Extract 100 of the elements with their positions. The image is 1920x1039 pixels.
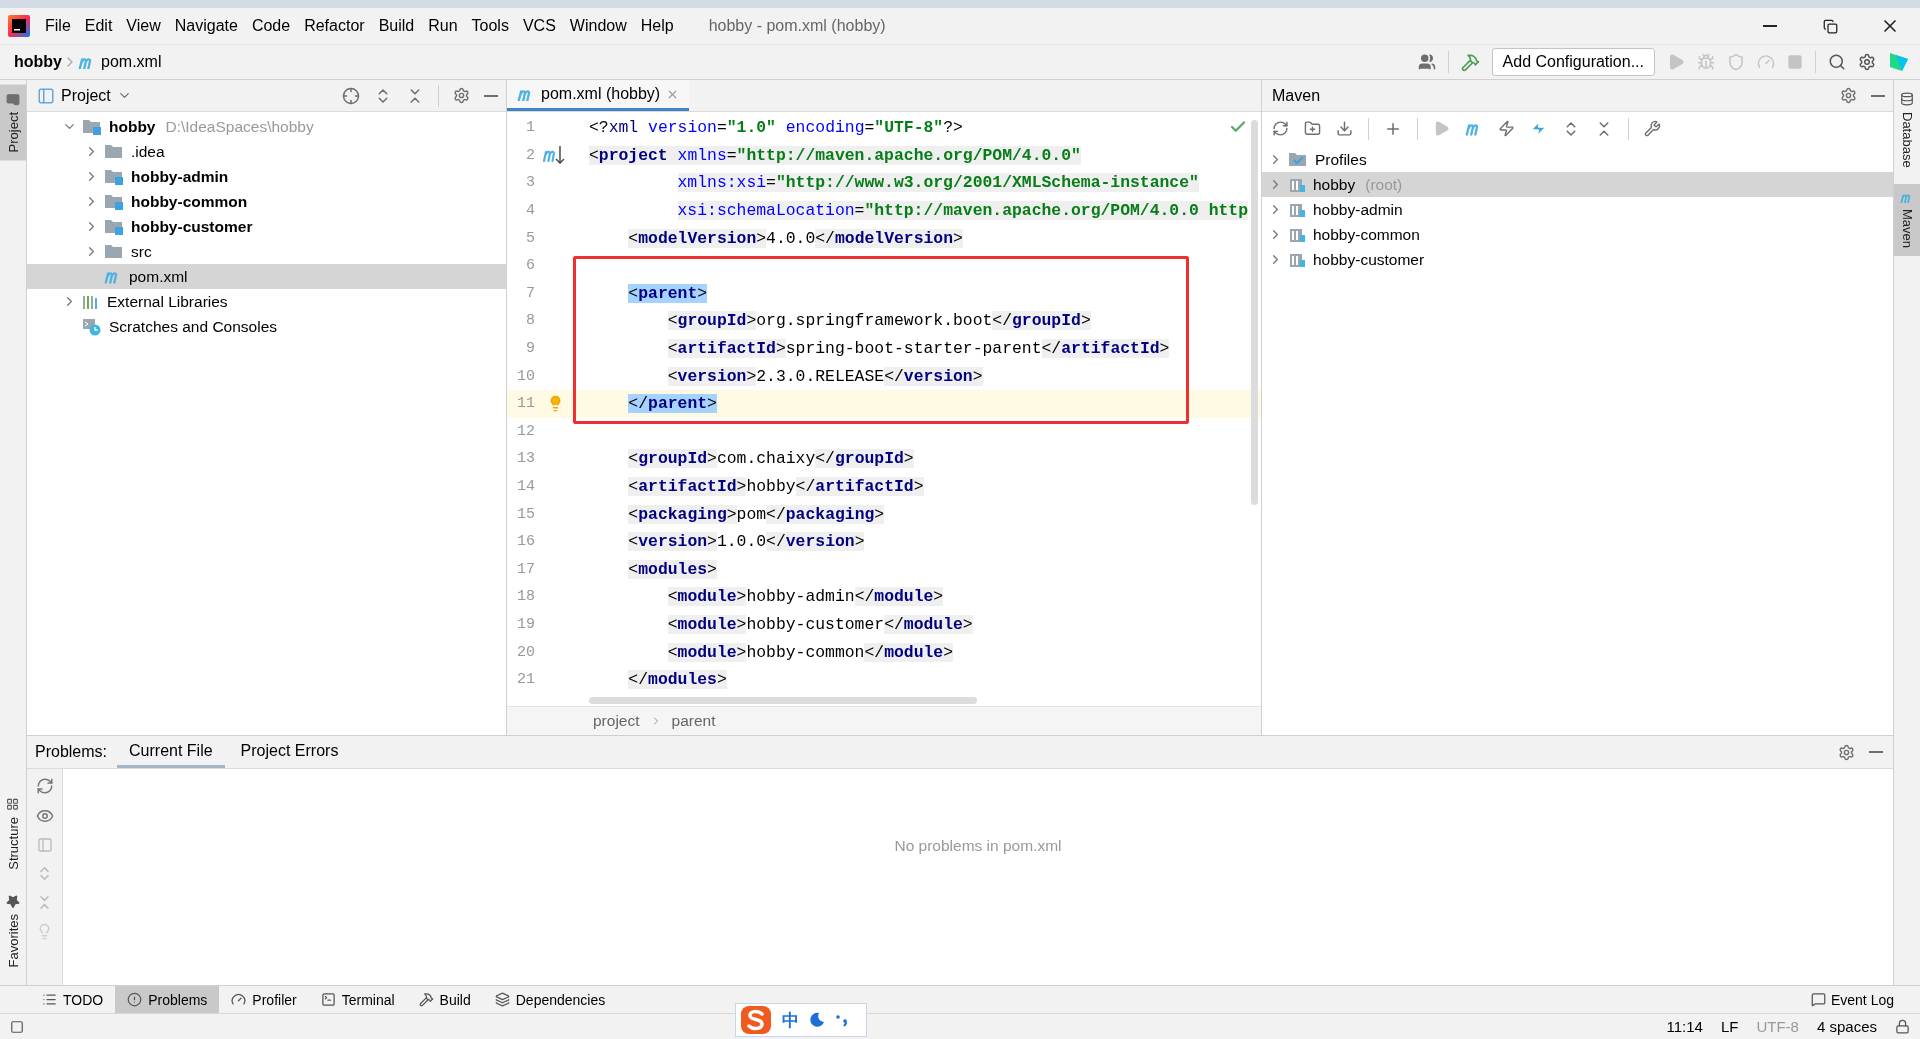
line-number: 13 xyxy=(516,450,535,468)
scratch-console-icon xyxy=(82,317,102,336)
tree-item[interactable]: pom.xml xyxy=(27,264,506,289)
maven-override-icon[interactable] xyxy=(543,144,567,167)
line-number: 17 xyxy=(516,560,535,578)
user-icon[interactable] xyxy=(1417,53,1436,71)
menu-item[interactable]: Help xyxy=(633,13,681,39)
code-line: <packaging>pom</packaging> xyxy=(627,504,885,524)
code-line: <modelVersion>4.0.0</modelVersion> xyxy=(627,228,963,248)
tool-window-button[interactable]: Database xyxy=(1894,84,1920,176)
indent-setting[interactable]: 4 spaces xyxy=(1816,1018,1877,1035)
module-folder-icon xyxy=(82,118,102,135)
add-configuration-button[interactable]: Add Configuration... xyxy=(1491,48,1655,76)
lightning-icon[interactable] xyxy=(1498,120,1515,137)
tree-item[interactable]: hobby-admin xyxy=(27,164,506,189)
menu-item[interactable]: Navigate xyxy=(167,13,245,39)
panel-title: Problems: xyxy=(35,743,108,761)
menu-item[interactable]: Refactor xyxy=(297,13,372,39)
code-line: </modules> xyxy=(627,670,727,690)
locate-icon[interactable] xyxy=(342,86,360,105)
cursor-position[interactable]: 11:14 xyxy=(1666,1018,1703,1035)
menu-item[interactable]: File xyxy=(38,13,78,39)
tree-item[interactable]: hobby-customer xyxy=(1262,247,1893,272)
panel-icon xyxy=(37,86,55,105)
search-icon[interactable] xyxy=(1828,53,1846,71)
event-log-button[interactable]: Event Log xyxy=(1804,986,1900,1013)
download-icon[interactable] xyxy=(1336,120,1353,137)
list-icon xyxy=(42,992,57,1007)
tool-window-button[interactable]: Structure xyxy=(0,789,26,878)
menu-item[interactable]: Build xyxy=(371,13,422,39)
tool-window-button[interactable]: Dependencies xyxy=(482,986,618,1013)
problems-tab[interactable]: Current File xyxy=(117,736,225,768)
code-line: </parent> xyxy=(627,394,717,414)
tool-window-button[interactable]: Profiler xyxy=(219,986,309,1013)
settings-icon[interactable] xyxy=(1858,53,1876,71)
breadcrumb-item[interactable]: parent xyxy=(671,712,716,730)
editor-tab[interactable]: pom.xml (hobby) xyxy=(507,80,690,111)
line-number: 2 xyxy=(525,146,535,164)
app-logo-icon xyxy=(8,15,30,37)
tool-window-button[interactable]: TODO xyxy=(30,986,116,1013)
breadcrumb-item[interactable]: project xyxy=(593,712,640,730)
panel-toggle-icon[interactable] xyxy=(10,1019,24,1034)
breadcrumb-item[interactable]: hobby xyxy=(14,53,62,71)
wrench-icon[interactable] xyxy=(1644,120,1661,137)
code-line: <module>hobby-admin</module> xyxy=(666,587,944,607)
code-line: xmlns:xsi="http://www.w3.org/2001/XMLSchema-instance" xyxy=(676,173,1199,193)
menu-item[interactable]: Edit xyxy=(77,13,120,39)
settings-icon[interactable] xyxy=(1840,87,1857,104)
module-folder-icon xyxy=(104,168,124,185)
scrollbar[interactable] xyxy=(1251,120,1258,505)
menu-item[interactable]: Code xyxy=(244,13,298,39)
tool-window-button[interactable]: Favorites xyxy=(0,885,26,975)
refresh-icon[interactable] xyxy=(1272,120,1289,137)
line-number: 21 xyxy=(516,671,535,689)
minimize-icon[interactable] xyxy=(1871,94,1885,97)
line-number: 18 xyxy=(516,588,535,606)
tree-item[interactable]: hobby-common xyxy=(1262,222,1893,247)
settings-icon[interactable] xyxy=(1838,743,1855,761)
tree-item[interactable]: External Libraries xyxy=(27,289,506,314)
tree-item[interactable]: Profiles xyxy=(1262,147,1893,172)
ime-mode[interactable]: 中 xyxy=(782,1008,799,1032)
menu-item[interactable]: Tools xyxy=(464,13,516,39)
line-separator[interactable]: LF xyxy=(1720,1018,1739,1035)
lock-icon[interactable] xyxy=(1895,1019,1910,1034)
tool-window-button[interactable]: Project xyxy=(0,84,26,161)
menu-item[interactable]: View xyxy=(119,13,168,39)
tool-window-button[interactable]: Build xyxy=(406,986,483,1013)
eye-icon[interactable] xyxy=(35,807,54,825)
tree-item[interactable]: .idea xyxy=(27,139,506,164)
line-number: 1 xyxy=(525,119,535,137)
breadcrumb-item[interactable]: pom.xml xyxy=(101,53,162,71)
line-number: 6 xyxy=(525,257,535,275)
folder-plus-icon[interactable] xyxy=(1304,120,1321,137)
tree-item[interactable]: Scratches and Consoles xyxy=(27,314,506,339)
library-icon xyxy=(82,293,100,310)
menu-item[interactable]: VCS xyxy=(515,13,563,39)
panel-title: Maven xyxy=(1272,86,1321,105)
scrollbar[interactable] xyxy=(589,697,977,704)
tool-window-button[interactable]: Problems xyxy=(115,986,220,1013)
menu-item[interactable]: Run xyxy=(421,13,465,39)
tree-item[interactable]: hobby D:\IdeaSpaces\hobby xyxy=(27,114,506,139)
line-number: 20 xyxy=(516,643,535,661)
problems-tab[interactable]: Project Errors xyxy=(228,736,351,768)
line-number: 19 xyxy=(516,616,535,633)
tree-item[interactable]: hobby (root) xyxy=(1262,172,1893,197)
line-number: 16 xyxy=(516,533,535,551)
tree-item[interactable]: hobby-admin xyxy=(1262,197,1893,222)
tool-window-button[interactable]: Maven xyxy=(1894,183,1920,256)
minimize-icon[interactable] xyxy=(484,94,498,97)
hammer-icon[interactable] xyxy=(1460,52,1480,72)
tree-item[interactable]: src xyxy=(27,239,506,264)
settings-icon[interactable] xyxy=(453,87,470,104)
structure-icon xyxy=(6,797,20,811)
tree-item[interactable]: hobby-customer xyxy=(27,214,506,239)
menu-item[interactable]: Window xyxy=(562,13,634,39)
line-number: 11 xyxy=(516,395,535,413)
refresh-icon[interactable] xyxy=(35,777,54,795)
tree-item[interactable]: hobby-common xyxy=(27,189,506,214)
panel-title[interactable]: Project xyxy=(61,86,111,105)
tool-window-button[interactable]: Terminal xyxy=(308,986,407,1013)
